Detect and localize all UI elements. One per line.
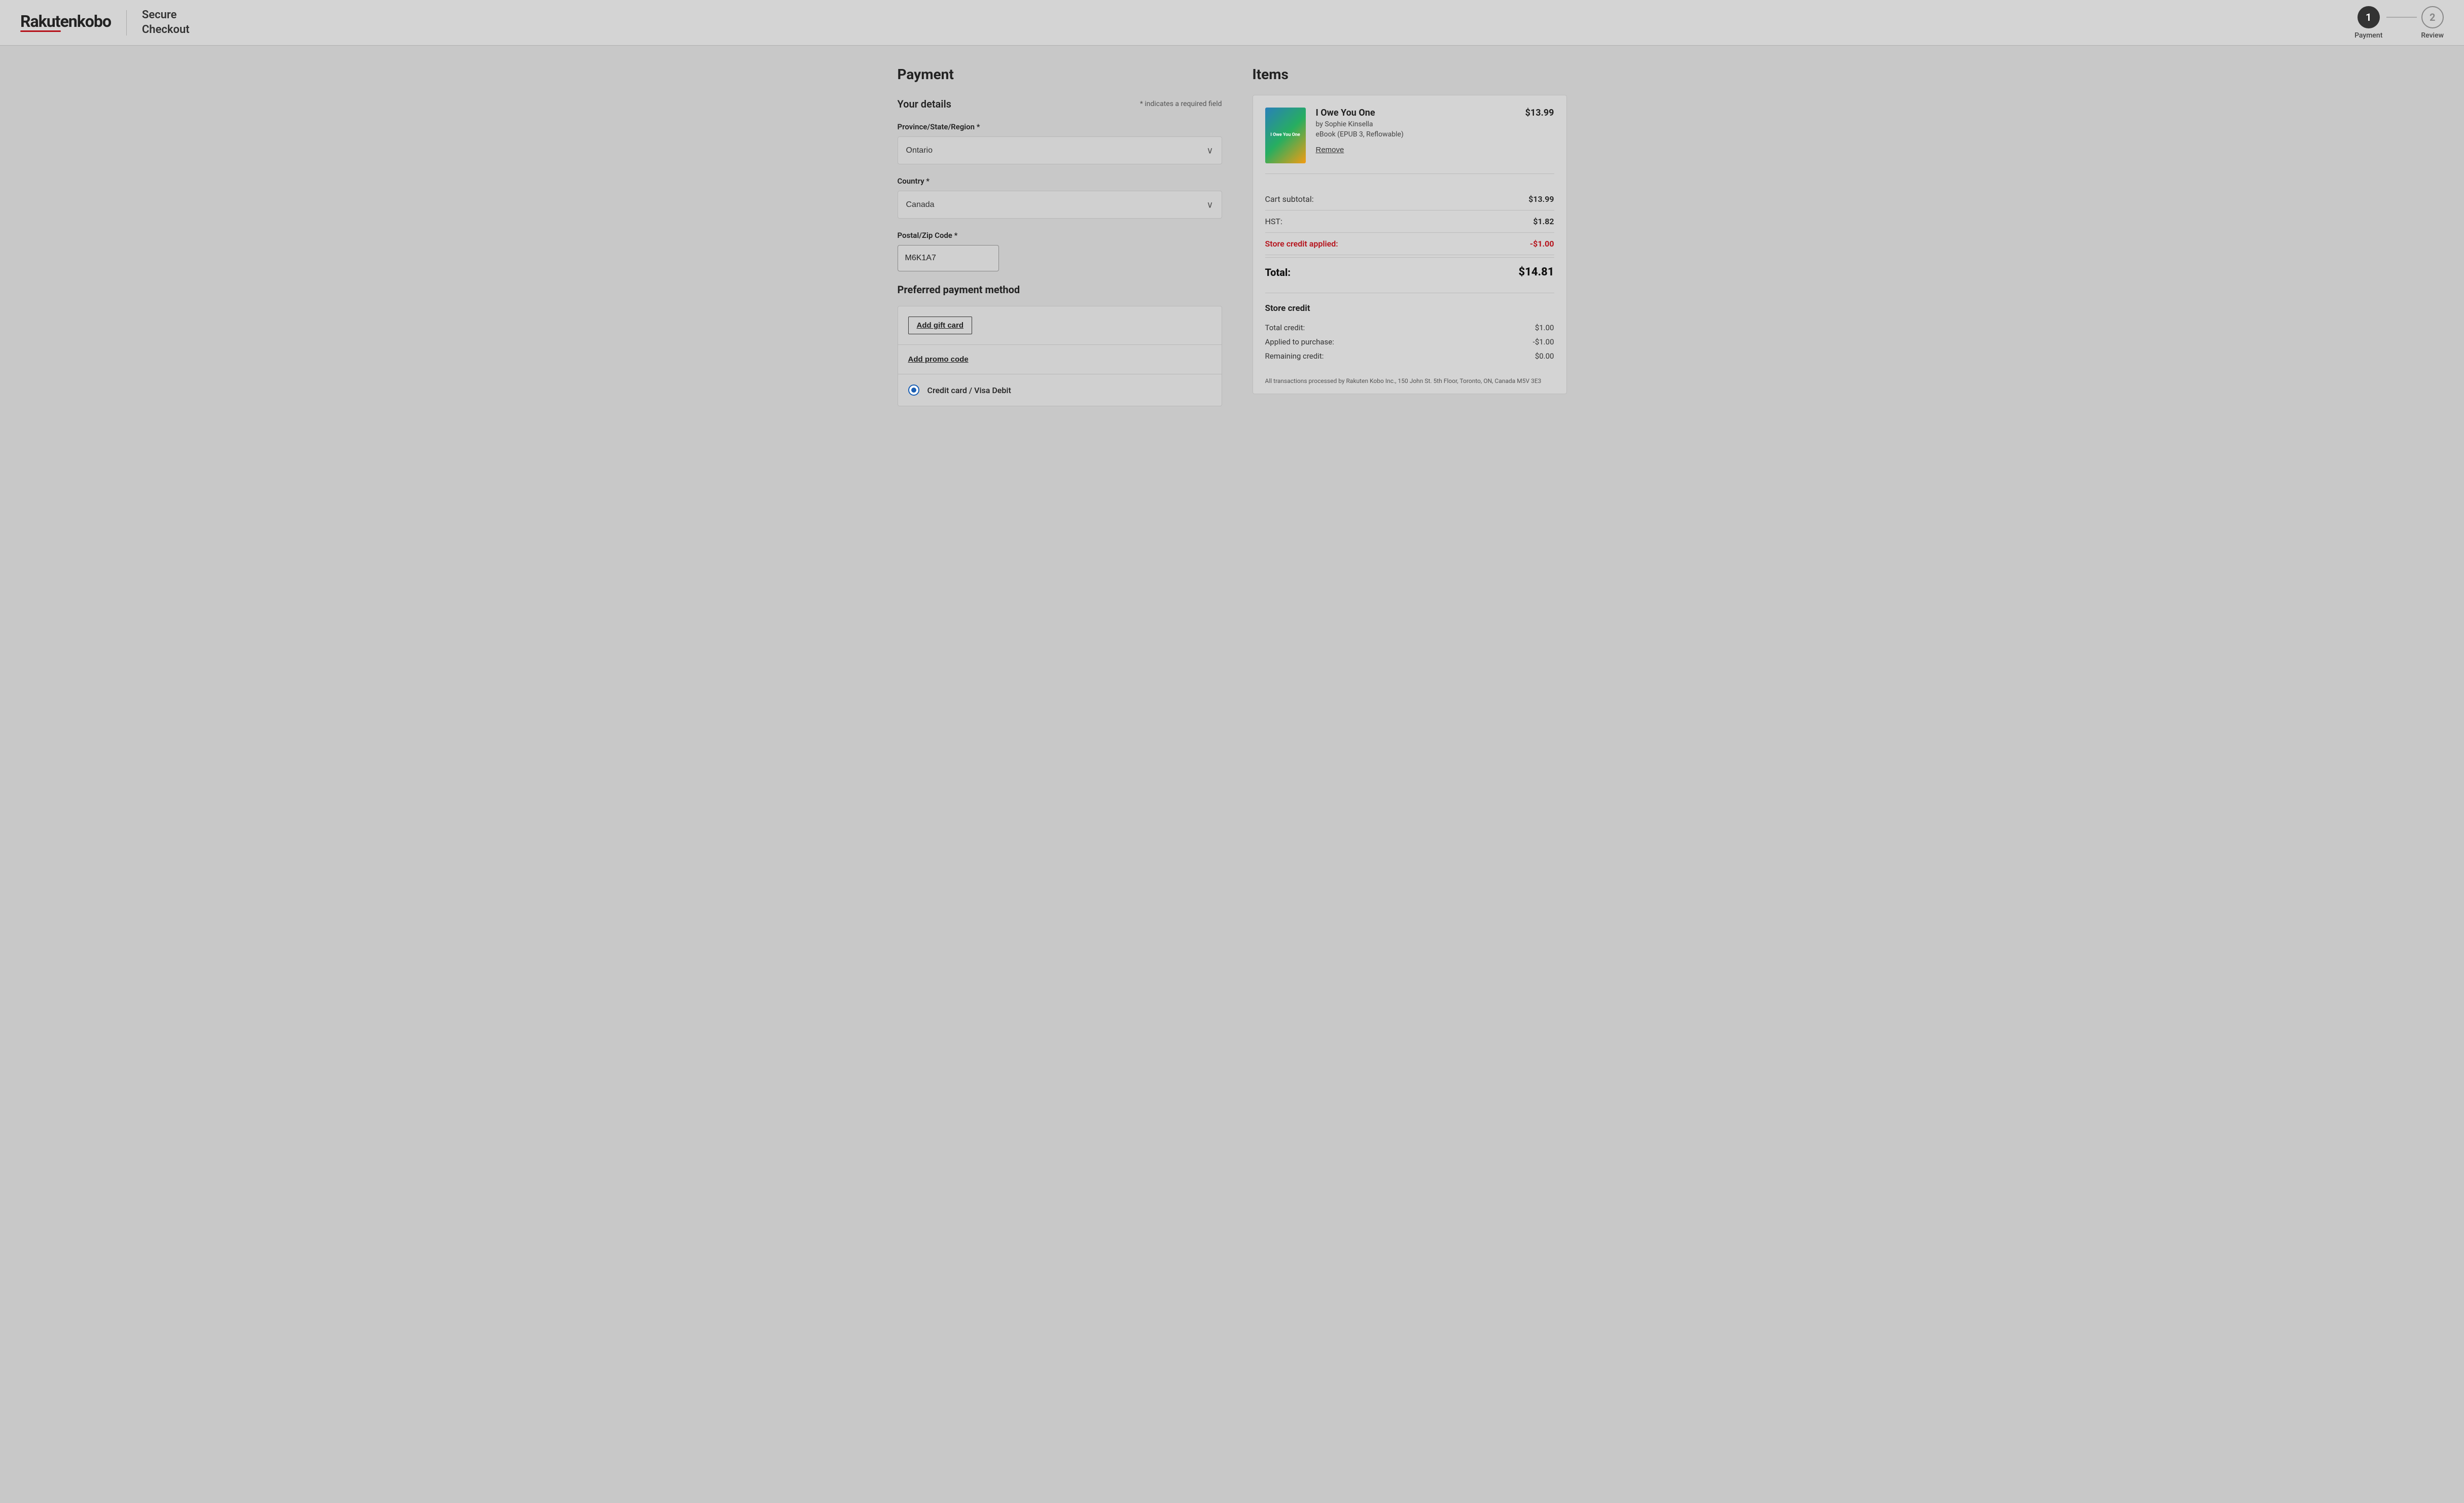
your-details-header: Your details * indicates a required fiel… [898,98,1222,110]
payment-method-group: Preferred payment method Add gift card A… [898,284,1222,406]
logo-underline [20,30,61,32]
book-price: $13.99 [1525,108,1554,118]
logo-text: Rakutenkobo [20,13,111,29]
logo-kobo: kobo [77,12,111,31]
credit-card-radio[interactable] [908,385,919,396]
total-credit-label: Total credit: [1265,323,1305,332]
required-note: * indicates a required field [1140,100,1222,108]
total-credit-value: $1.00 [1535,323,1554,332]
store-credit-applied-value: -$1.00 [1530,239,1554,249]
total-credit-row: Total credit: $1.00 [1265,321,1554,335]
hst-label: HST: [1265,217,1282,226]
payment-panel: Payment Your details * indicates a requi… [898,66,1222,418]
step1-circle: 1 [2358,6,2380,28]
applied-row: Applied to purchase: -$1.00 [1265,335,1554,349]
step-connector [2386,17,2417,18]
secure-checkout-title: SecureCheckout [142,8,190,37]
total-label: Total: [1265,266,1291,278]
items-box: I Owe You One I Owe You One by Sophie Ki… [1253,95,1567,394]
payment-method-container: Add gift card Add promo code Credit card… [898,306,1222,406]
add-promo-button[interactable]: Add promo code [908,355,969,364]
province-select-wrapper: Ontario British Columbia Alberta Quebec … [898,136,1222,164]
store-credit-section: Store credit Total credit: $1.00 Applied… [1265,293,1554,367]
book-item: I Owe You One I Owe You One by Sophie Ki… [1265,108,1554,174]
country-group: Country * Canada United States United Ki… [898,177,1222,219]
cart-subtotal-row: Cart subtotal: $13.99 [1265,188,1554,211]
logo[interactable]: Rakutenkobo [20,13,111,32]
items-title: Items [1253,66,1567,83]
store-credit-title: Store credit [1265,303,1554,313]
province-label: Province/State/Region * [898,122,1222,131]
province-select[interactable]: Ontario British Columbia Alberta Quebec … [898,137,1222,164]
your-details-title: Your details [898,98,951,110]
promo-code-row: Add promo code [898,345,1222,374]
credit-card-label: Credit card / Visa Debit [927,386,1011,395]
book-format: eBook (EPUB 3, Reflowable) [1316,130,1515,138]
cart-subtotal-label: Cart subtotal: [1265,194,1314,204]
remove-button[interactable]: Remove [1316,146,1344,154]
applied-value: -$1.00 [1533,337,1554,346]
remaining-label: Remaining credit: [1265,352,1324,361]
book-details: I Owe You One by Sophie Kinsella eBook (… [1316,108,1515,154]
book-title: I Owe You One [1316,108,1515,118]
site-header: Rakutenkobo SecureCheckout 1 Payment 2 R… [0,0,2464,46]
book-author: by Sophie Kinsella [1316,120,1515,128]
postal-input[interactable]: M6K1A7 [898,245,999,271]
items-panel: Items I Owe You One I Owe You One by Sop… [1253,66,1567,418]
country-label: Country * [898,177,1222,186]
cart-subtotal-value: $13.99 [1528,194,1554,204]
hst-value: $1.82 [1533,217,1554,226]
transactions-note: All transactions processed by Rakuten Ko… [1265,376,1554,386]
postal-group: Postal/Zip Code * M6K1A7 [898,231,1222,271]
province-group: Province/State/Region * Ontario British … [898,122,1222,164]
step-review: 2 Review [2421,6,2444,40]
hst-row: HST: $1.82 [1265,211,1554,233]
remaining-value: $0.00 [1535,352,1554,361]
step2-label: Review [2421,31,2444,40]
header-divider [126,10,127,36]
country-select[interactable]: Canada United States United Kingdom Aust… [898,191,1222,218]
book-cover-image: I Owe You One [1265,108,1306,163]
store-credit-applied-row: Store credit applied: -$1.00 [1265,233,1554,255]
total-value: $14.81 [1519,266,1554,278]
add-gift-card-button[interactable]: Add gift card [908,317,973,334]
checkout-steps: 1 Payment 2 Review [2354,6,2444,40]
radio-dot-inner [911,388,916,393]
remaining-row: Remaining credit: $0.00 [1265,349,1554,363]
payment-title: Payment [898,66,1222,83]
logo-rakuten: Rakuten [20,12,77,31]
payment-method-title: Preferred payment method [898,284,1222,296]
gift-card-row: Add gift card [898,306,1222,345]
order-summary: Cart subtotal: $13.99 HST: $1.82 Store c… [1265,184,1554,289]
country-select-wrapper: Canada United States United Kingdom Aust… [898,191,1222,219]
credit-card-row[interactable]: Credit card / Visa Debit [898,374,1222,406]
store-credit-applied-label: Store credit applied: [1265,239,1338,249]
step2-circle: 2 [2421,6,2444,28]
step-payment: 1 Payment [2354,6,2382,40]
step1-label: Payment [2354,31,2382,40]
main-content: Payment Your details * indicates a requi… [877,46,1587,439]
total-row: Total: $14.81 [1265,257,1554,285]
postal-label: Postal/Zip Code * [898,231,1222,240]
applied-label: Applied to purchase: [1265,337,1334,346]
